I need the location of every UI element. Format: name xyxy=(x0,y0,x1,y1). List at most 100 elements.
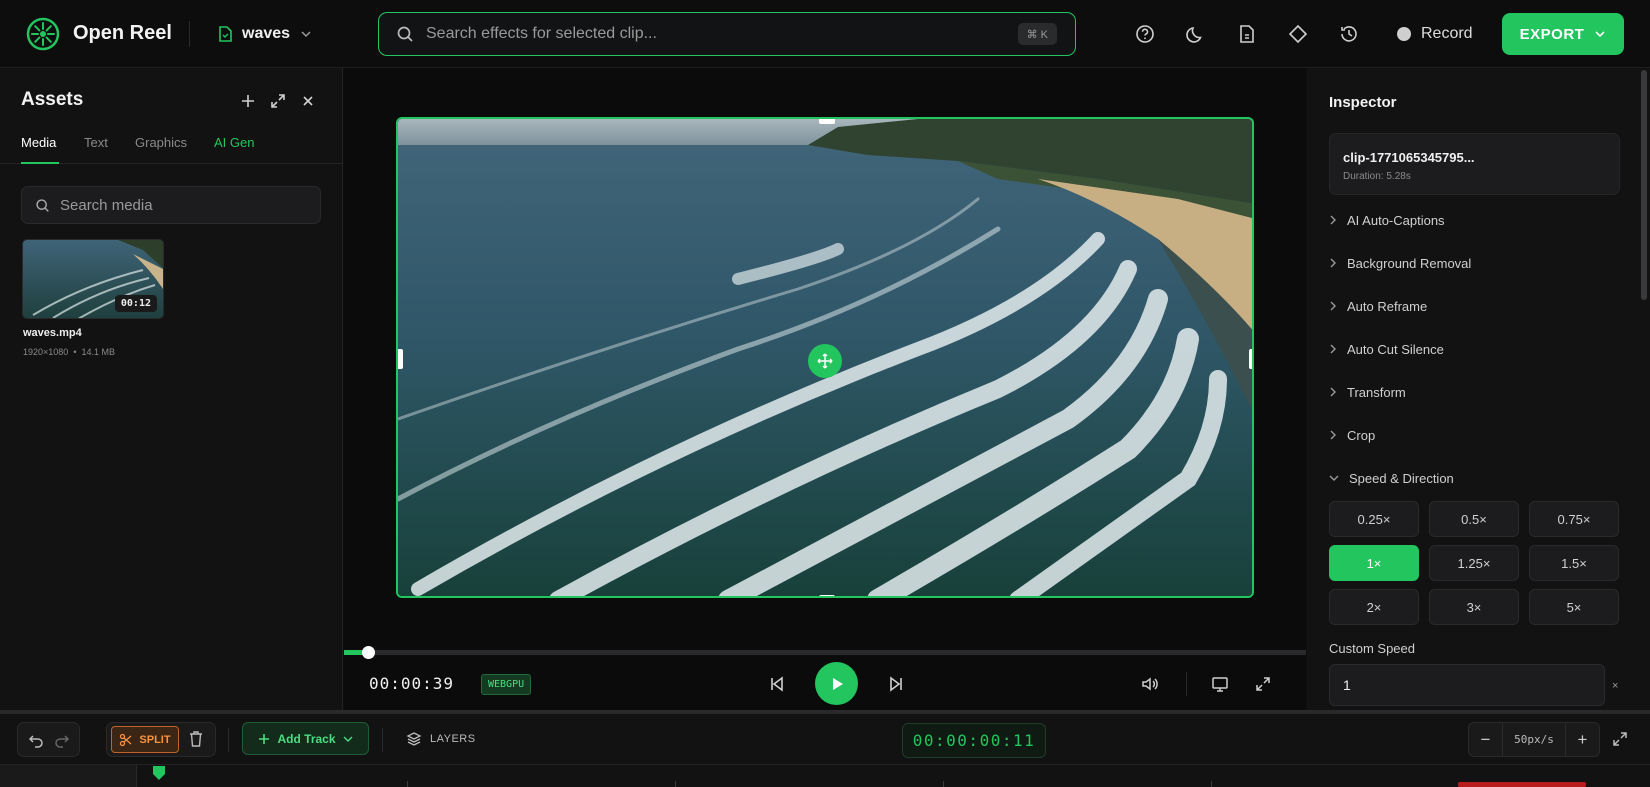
expand-icon[interactable] xyxy=(269,92,287,110)
expand-timeline-icon[interactable] xyxy=(1611,730,1629,748)
redo-icon[interactable] xyxy=(53,731,71,749)
divider xyxy=(189,21,190,47)
layers-label: LAYERS xyxy=(430,733,476,745)
skip-forward-icon[interactable] xyxy=(886,674,906,694)
media-search[interactable] xyxy=(21,186,321,224)
custom-speed-input[interactable] xyxy=(1329,664,1605,706)
media-search-input[interactable] xyxy=(60,196,300,214)
tab-ai-gen[interactable]: AI Gen xyxy=(214,135,254,150)
zoom-value: 50px/s xyxy=(1502,722,1566,757)
scissors-icon xyxy=(119,733,133,747)
section-transform[interactable]: Transform xyxy=(1329,381,1406,403)
tab-graphics[interactable]: Graphics xyxy=(135,135,187,150)
speed-option-selected[interactable]: 1× xyxy=(1329,545,1419,581)
media-resolution: 1920×1080 xyxy=(23,347,69,357)
add-track-button[interactable]: Add Track xyxy=(242,722,369,755)
plus-icon xyxy=(258,733,270,745)
record-dot-icon xyxy=(1397,27,1411,41)
section-auto-reframe[interactable]: Auto Reframe xyxy=(1329,295,1427,317)
resize-handle-left[interactable] xyxy=(398,349,403,369)
logo-icon xyxy=(26,17,60,51)
effects-search[interactable]: ⌘ K xyxy=(378,12,1076,56)
layers-button[interactable]: LAYERS xyxy=(406,730,476,748)
trash-icon[interactable] xyxy=(188,730,204,748)
section-label: AI Auto-Captions xyxy=(1347,212,1445,228)
top-bar: Open Reel waves ⌘ K Record EXPORT xyxy=(0,0,1650,68)
monitor-icon[interactable] xyxy=(1210,674,1230,694)
playhead[interactable] xyxy=(153,766,165,782)
inspector-scrollbar[interactable] xyxy=(1641,70,1647,300)
play-icon xyxy=(828,675,846,693)
speed-option[interactable]: 0.25× xyxy=(1329,501,1419,537)
divider xyxy=(1186,672,1187,696)
media-size: 14.1 MB xyxy=(81,347,116,357)
resize-handle-top[interactable] xyxy=(819,119,835,124)
project-selector[interactable]: waves xyxy=(218,20,312,48)
chevron-down-icon xyxy=(300,30,312,38)
preview-panel xyxy=(344,68,1306,710)
zoom-in-button[interactable]: + xyxy=(1566,730,1599,750)
inspector-title: Inspector xyxy=(1329,94,1397,111)
chevron-right-icon xyxy=(1329,215,1337,225)
effects-search-input[interactable] xyxy=(426,25,986,43)
help-icon[interactable] xyxy=(1134,23,1156,45)
section-crop[interactable]: Crop xyxy=(1329,424,1375,446)
ruler-tick xyxy=(943,781,944,787)
history-group xyxy=(17,722,80,757)
speed-option[interactable]: 5× xyxy=(1529,589,1619,625)
split-button[interactable]: SPLIT xyxy=(111,726,179,753)
resize-handle-bottom[interactable] xyxy=(819,595,835,596)
scrub-bar[interactable] xyxy=(344,650,1306,655)
chevron-right-icon xyxy=(1329,344,1337,354)
section-label: Speed & Direction xyxy=(1349,470,1454,486)
divider xyxy=(228,728,229,752)
export-button[interactable]: EXPORT xyxy=(1502,13,1624,55)
custom-speed-label: Custom Speed xyxy=(1329,641,1415,656)
timeline-ruler[interactable] xyxy=(0,765,1650,787)
resize-handle-right[interactable] xyxy=(1249,349,1252,369)
timeline-timecode: 00:00:00:11 xyxy=(902,723,1046,758)
volume-icon[interactable] xyxy=(1140,674,1160,694)
plus-icon[interactable] xyxy=(239,92,257,110)
speed-option[interactable]: 1.25× xyxy=(1429,545,1519,581)
section-background-removal[interactable]: Background Removal xyxy=(1329,252,1471,274)
skip-back-icon[interactable] xyxy=(767,674,787,694)
section-ai-auto-captions[interactable]: AI Auto-Captions xyxy=(1329,209,1445,231)
tab-text[interactable]: Text xyxy=(84,135,108,150)
history-icon[interactable] xyxy=(1338,23,1360,45)
section-label: Auto Reframe xyxy=(1347,298,1428,314)
track-header xyxy=(0,765,137,787)
tab-media[interactable]: Media xyxy=(21,135,56,150)
project-file-icon xyxy=(218,26,232,42)
split-label: SPLIT xyxy=(139,733,171,746)
asset-tabs: Media Text Graphics AI Gen xyxy=(0,129,342,164)
scrub-knob[interactable] xyxy=(362,646,375,659)
speed-option[interactable]: 2× xyxy=(1329,589,1419,625)
zoom-out-button[interactable]: − xyxy=(1469,730,1502,750)
zoom-control: − 50px/s + xyxy=(1468,722,1600,757)
speed-option[interactable]: 3× xyxy=(1429,589,1519,625)
section-label: Auto Cut Silence xyxy=(1347,341,1444,357)
timeline-clip-marker[interactable] xyxy=(1458,782,1586,787)
speed-option[interactable]: 1.5× xyxy=(1529,545,1619,581)
fullscreen-icon[interactable] xyxy=(1253,674,1273,694)
moon-icon[interactable] xyxy=(1185,23,1207,45)
speed-option[interactable]: 0.75× xyxy=(1529,501,1619,537)
section-speed-direction[interactable]: Speed & Direction xyxy=(1329,467,1454,489)
media-duration: 00:12 xyxy=(114,295,157,312)
section-auto-cut-silence[interactable]: Auto Cut Silence xyxy=(1329,338,1444,360)
speed-option[interactable]: 0.5× xyxy=(1429,501,1519,537)
record-label: Record xyxy=(1421,25,1473,42)
media-filename: waves.mp4 xyxy=(23,327,82,339)
diamond-icon[interactable] xyxy=(1287,23,1309,45)
media-thumbnail[interactable]: 00:12 xyxy=(22,239,164,319)
section-label: Background Removal xyxy=(1347,255,1472,271)
record-button[interactable]: Record xyxy=(1397,21,1473,47)
play-button[interactable] xyxy=(815,662,858,705)
custom-speed-unit: × xyxy=(1612,680,1619,692)
close-icon[interactable] xyxy=(299,92,317,110)
document-icon[interactable] xyxy=(1236,23,1258,45)
undo-icon[interactable] xyxy=(27,731,45,749)
move-handle[interactable] xyxy=(808,344,842,378)
chevron-right-icon xyxy=(1329,301,1337,311)
